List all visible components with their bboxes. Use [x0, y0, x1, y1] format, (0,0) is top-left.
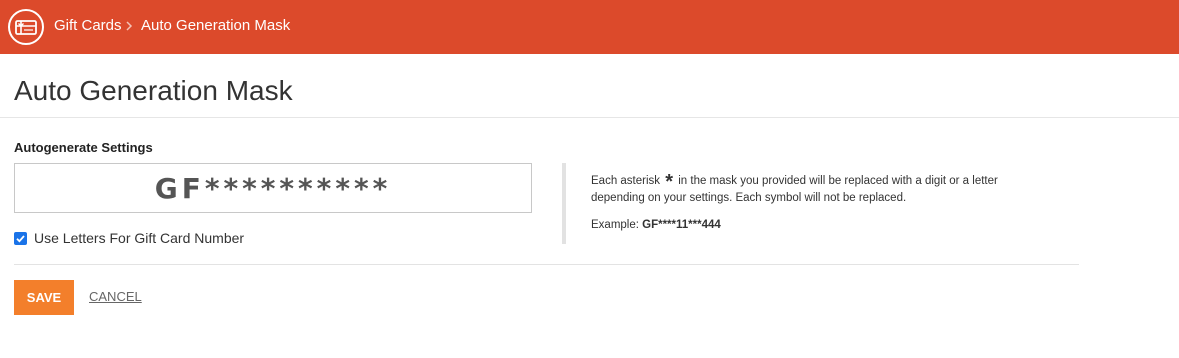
use-letters-checkbox[interactable]: [14, 231, 27, 245]
use-letters-option[interactable]: Use Letters For Gift Card Number: [14, 229, 244, 247]
page-title: Auto Generation Mask: [14, 75, 293, 106]
info-text-line1: Each asterisk * in the mask you provided…: [591, 171, 998, 193]
info-example: Example: GF****11***444: [591, 219, 721, 231]
info-text-line2: depending on your settings. Each symbol …: [591, 192, 907, 204]
chevron-right-icon: [124, 19, 134, 37]
gift-card-icon[interactable]: [8, 9, 44, 45]
mask-input[interactable]: [14, 163, 532, 213]
breadcrumb-gift-cards[interactable]: Gift Cards: [54, 17, 122, 35]
top-bar: Gift Cards Auto Generation Mask: [0, 0, 1179, 54]
mask-info-panel: Each asterisk * in the mask you provided…: [562, 163, 1062, 244]
cancel-link[interactable]: CANCEL: [89, 289, 142, 305]
save-button[interactable]: SAVE: [14, 280, 74, 315]
breadcrumb-current: Auto Generation Mask: [141, 17, 291, 34]
title-divider: [0, 117, 1179, 118]
use-letters-label[interactable]: Use Letters For Gift Card Number: [34, 229, 244, 247]
example-value: GF****11***444: [642, 219, 721, 231]
section-label: Autogenerate Settings: [14, 140, 153, 155]
form-divider: [14, 264, 1079, 265]
